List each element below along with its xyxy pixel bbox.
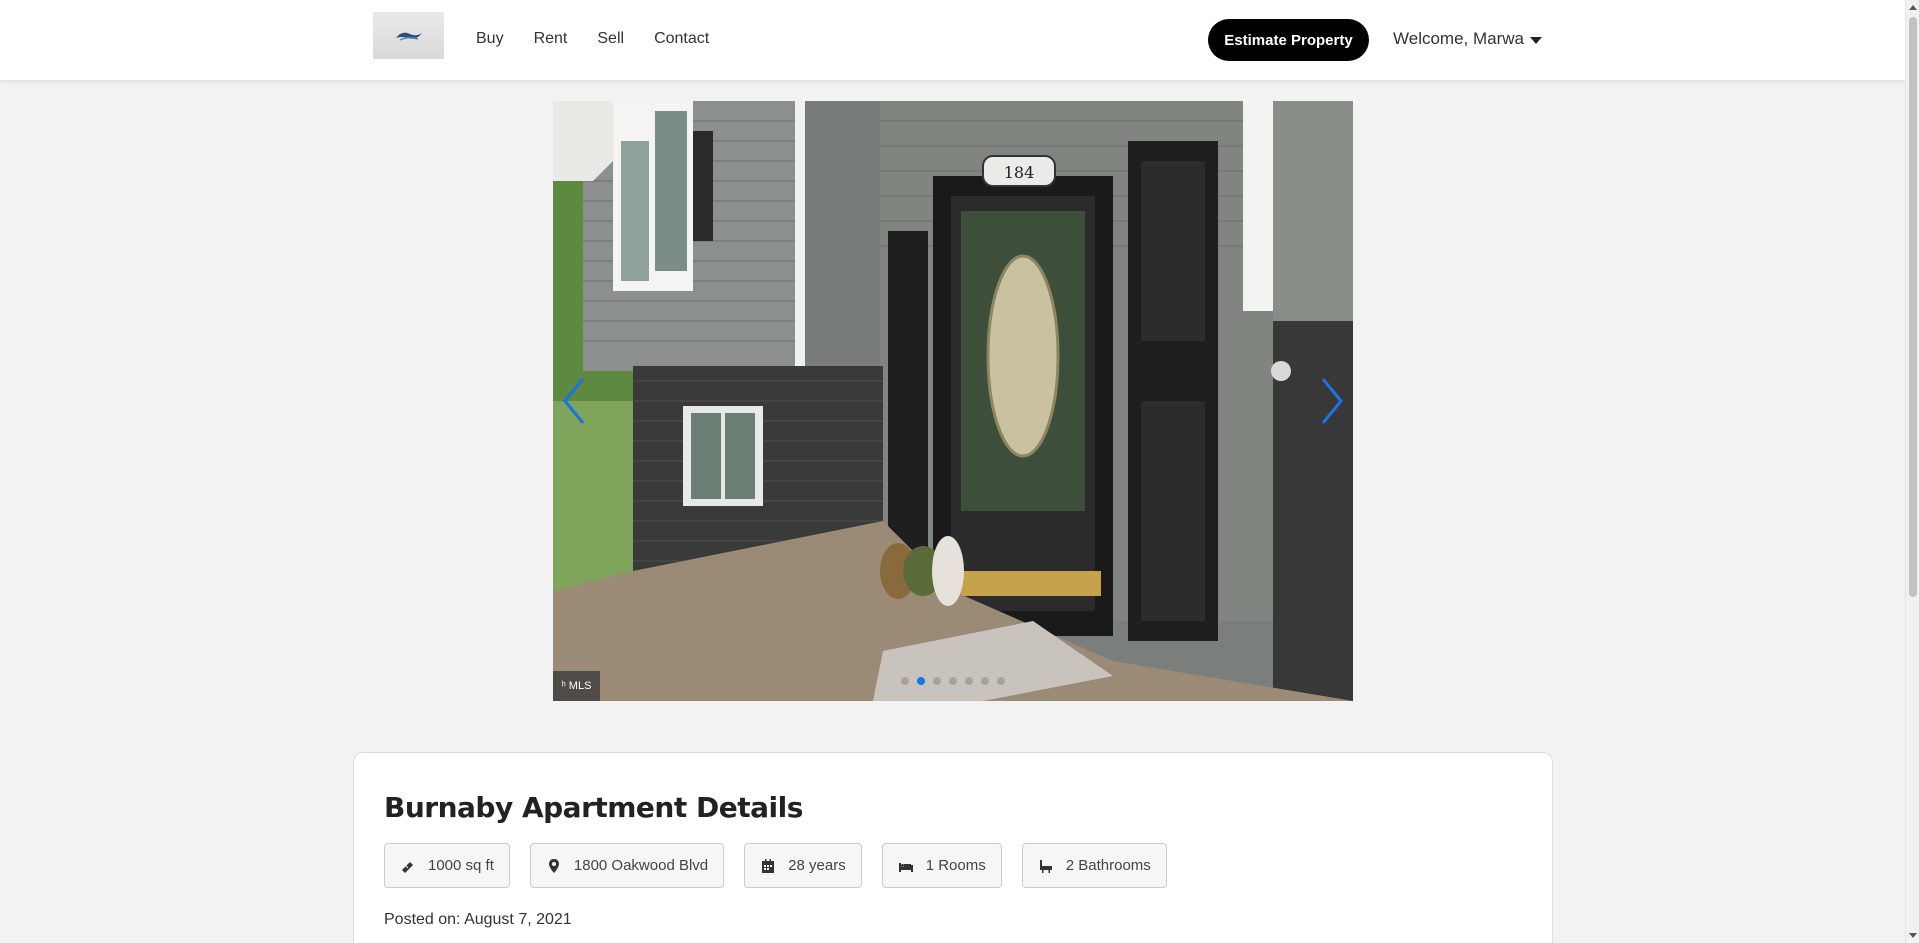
nav-contact[interactable]: Contact bbox=[654, 30, 709, 48]
feature-age-label: 28 years bbox=[788, 857, 846, 874]
mls-logo-icon: ʰ bbox=[561, 680, 566, 692]
chevron-left-icon bbox=[563, 378, 585, 424]
page-scrollbar[interactable] bbox=[1905, 0, 1919, 943]
carousel-next-button[interactable] bbox=[1311, 373, 1351, 429]
property-photo: 184 bbox=[553, 101, 1353, 701]
wave-logo-icon bbox=[395, 32, 422, 41]
feature-bathrooms-label: 2 Bathrooms bbox=[1065, 857, 1151, 874]
carousel-dot[interactable] bbox=[901, 677, 909, 685]
house-number: 184 bbox=[1004, 163, 1035, 182]
posted-label: Posted on: bbox=[384, 911, 461, 928]
welcome-label: Welcome, Marwa bbox=[1393, 29, 1524, 48]
posted-date: Posted on: August 7, 2021 bbox=[384, 911, 572, 929]
chevron-right-icon bbox=[1321, 378, 1343, 424]
mls-badge: ʰ MLS bbox=[553, 671, 600, 701]
carousel-dot[interactable] bbox=[933, 677, 941, 685]
feature-area-label: 1000 sq ft bbox=[428, 857, 494, 874]
feature-rooms-label: 1 Rooms bbox=[925, 857, 986, 874]
carousel-dot[interactable] bbox=[949, 677, 957, 685]
nav-buy[interactable]: Buy bbox=[476, 30, 504, 48]
top-navbar: Buy Rent Sell Contact Estimate Property … bbox=[0, 0, 1905, 80]
carousel-prev-button[interactable] bbox=[555, 373, 595, 429]
site-logo[interactable] bbox=[373, 12, 444, 59]
bath-icon bbox=[1039, 859, 1052, 873]
estimate-property-button[interactable]: Estimate Property bbox=[1208, 19, 1369, 61]
main-nav: Buy Rent Sell Contact bbox=[476, 30, 739, 48]
carousel-dot[interactable] bbox=[997, 677, 1005, 685]
scroll-up-arrow-icon[interactable] bbox=[1909, 5, 1917, 10]
ruler-icon bbox=[402, 861, 413, 873]
feature-address-label: 1800 Oakwood Blvd bbox=[573, 857, 709, 874]
carousel-dot-active[interactable] bbox=[917, 677, 925, 685]
feature-bathrooms: 2 Bathrooms bbox=[1021, 843, 1167, 888]
feature-address: 1800 Oakwood Blvd bbox=[529, 843, 725, 888]
nav-sell[interactable]: Sell bbox=[597, 30, 624, 48]
caret-down-icon bbox=[1530, 36, 1542, 44]
feature-area: 1000 sq ft bbox=[384, 843, 510, 888]
property-details-card: Burnaby Apartment Details 1000 sq ft 180… bbox=[353, 752, 1553, 943]
property-image-carousel: 184 ʰ MLS bbox=[553, 101, 1353, 701]
scroll-down-arrow-icon[interactable] bbox=[1909, 933, 1917, 938]
feature-rooms: 1 Rooms bbox=[881, 843, 1002, 888]
carousel-dot[interactable] bbox=[981, 677, 989, 685]
bed-icon bbox=[898, 862, 913, 872]
feature-age: 28 years bbox=[744, 843, 862, 888]
user-menu[interactable]: Welcome, Marwa bbox=[1393, 29, 1542, 49]
scroll-thumb[interactable] bbox=[1909, 17, 1917, 597]
calendar-icon bbox=[762, 858, 775, 873]
location-pin-icon bbox=[548, 858, 559, 873]
carousel-dots bbox=[901, 677, 1005, 685]
mls-badge-text: MLS bbox=[568, 680, 592, 692]
posted-date-value: August 7, 2021 bbox=[464, 911, 572, 928]
carousel-dot[interactable] bbox=[965, 677, 973, 685]
property-title: Burnaby Apartment Details bbox=[384, 791, 803, 824]
property-features: 1000 sq ft 1800 Oakwood Blvd 28 years 1 … bbox=[384, 843, 1167, 888]
nav-rent[interactable]: Rent bbox=[534, 30, 568, 48]
